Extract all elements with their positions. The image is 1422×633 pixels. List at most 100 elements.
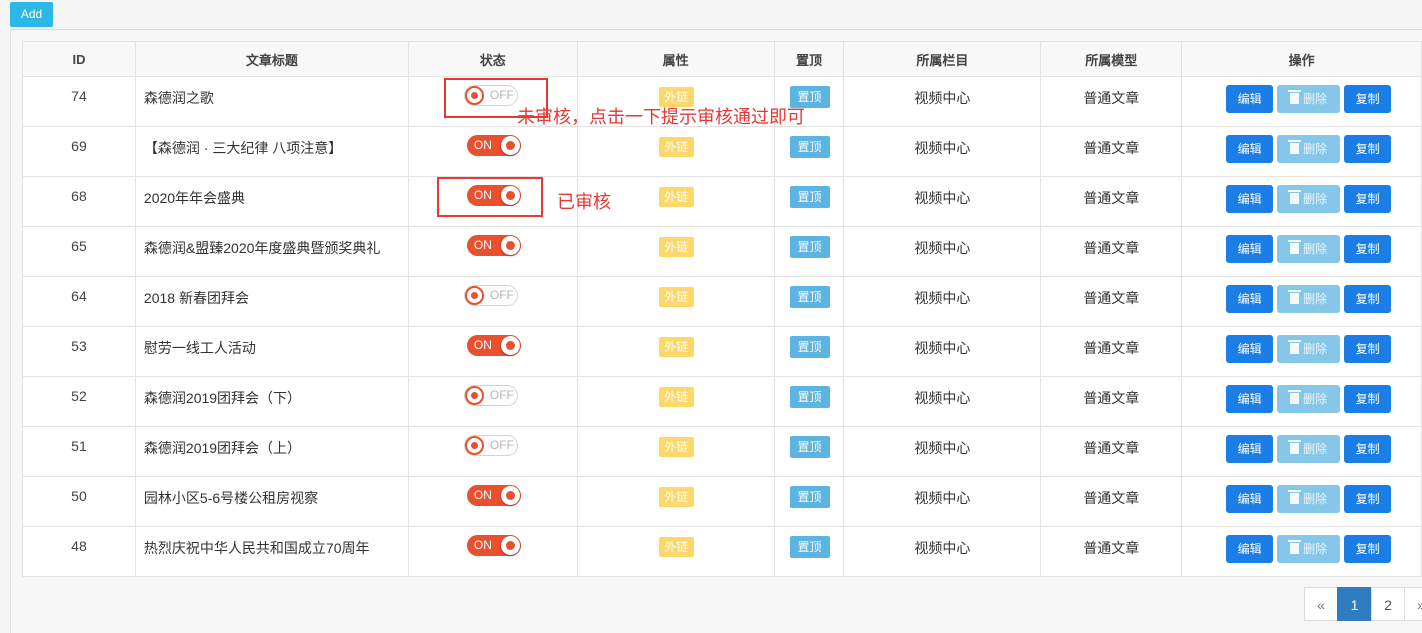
status-toggle[interactable]: OFF [463,285,518,306]
cell-status: OFF [407,376,578,427]
toggle-knob [500,236,520,255]
add-button[interactable]: Add [10,2,53,27]
cell-id: 69 [22,126,136,177]
external-link-badge: 外链 [658,537,694,557]
cell-category: 视频中心 [843,276,1042,327]
trash-icon [1288,490,1302,504]
pin-top-button[interactable]: 置顶 [789,286,830,308]
delete-button[interactable]: 删除 [1277,485,1341,513]
cell-model: 普通文章 [1040,126,1183,177]
cell-status: ON [407,326,578,377]
external-link-badge: 外链 [658,137,694,157]
pagination-prev[interactable]: « [1304,587,1338,621]
copy-button[interactable]: 复制 [1344,85,1392,113]
delete-label: 删除 [1303,142,1328,156]
edit-button[interactable]: 编辑 [1226,185,1274,213]
pin-top-button[interactable]: 置顶 [789,186,830,208]
copy-button[interactable]: 复制 [1344,535,1392,563]
delete-button[interactable]: 删除 [1277,135,1341,163]
pagination-next[interactable]: » [1404,587,1422,621]
edit-button[interactable]: 编辑 [1226,385,1274,413]
copy-button[interactable]: 复制 [1344,485,1392,513]
edit-button[interactable]: 编辑 [1226,335,1274,363]
cell-actions: 编辑 删除 复制 [1181,276,1422,327]
trash-icon [1288,290,1302,304]
cell-top: 置顶 [773,276,845,327]
cell-id: 53 [22,326,136,377]
copy-button[interactable]: 复制 [1344,185,1392,213]
delete-button[interactable]: 删除 [1277,185,1341,213]
edit-button[interactable]: 编辑 [1226,85,1274,113]
copy-button[interactable]: 复制 [1344,335,1392,363]
column-header-attribute: 属性 [576,41,775,77]
cell-id: 52 [22,376,136,427]
delete-button[interactable]: 删除 [1277,435,1341,463]
pin-top-button[interactable]: 置顶 [789,136,830,158]
copy-button[interactable]: 复制 [1344,285,1392,313]
status-toggle[interactable]: OFF [463,385,518,406]
pagination-page-1[interactable]: 1 [1337,587,1372,621]
edit-button[interactable]: 编辑 [1226,535,1274,563]
cell-top: 置顶 [773,526,845,577]
edit-button[interactable]: 编辑 [1226,235,1274,263]
toggle-knob [500,136,520,155]
cell-attribute: 外链 [576,376,775,427]
toggle-knob [464,436,484,455]
pin-top-button[interactable]: 置顶 [789,486,830,508]
toggle-label: ON [473,538,492,552]
cell-actions: 编辑 删除 复制 [1181,526,1422,577]
cell-id: 65 [22,226,136,277]
delete-label: 删除 [1303,542,1328,556]
cell-top: 置顶 [773,326,845,377]
cell-attribute: 外链 [576,476,775,527]
toggle-label: OFF [489,288,514,302]
edit-button[interactable]: 编辑 [1226,135,1274,163]
status-toggle[interactable]: ON [466,485,521,506]
status-toggle[interactable]: ON [466,135,521,156]
pin-top-button[interactable]: 置顶 [789,336,830,358]
status-toggle[interactable]: ON [466,235,521,256]
edit-button[interactable]: 编辑 [1226,285,1274,313]
table-row: 52 森德润2019团拜会（下） OFF 外链 置顶 视频中心 普通文章 编辑 … [22,376,1422,427]
copy-button[interactable]: 复制 [1344,235,1392,263]
cell-id: 48 [22,526,136,577]
column-header-top: 置顶 [773,41,845,77]
copy-button[interactable]: 复制 [1344,385,1392,413]
pin-top-button[interactable]: 置顶 [789,386,830,408]
copy-button[interactable]: 复制 [1344,435,1392,463]
status-toggle[interactable]: ON [466,535,521,556]
table-row: 50 园林小区5-6号楼公租房视察 ON 外链 置顶 视频中心 普通文章 编辑 … [22,476,1422,527]
edit-button[interactable]: 编辑 [1226,485,1274,513]
cell-top: 置顶 [773,426,845,477]
cell-category: 视频中心 [843,326,1042,377]
delete-button[interactable]: 删除 [1277,385,1341,413]
status-toggle[interactable]: ON [466,335,521,356]
cell-actions: 编辑 删除 复制 [1181,176,1422,227]
delete-label: 删除 [1303,492,1328,506]
pin-top-button[interactable]: 置顶 [789,436,830,458]
pin-top-button[interactable]: 置顶 [789,536,830,558]
pin-top-button[interactable]: 置顶 [789,236,830,258]
trash-icon [1288,90,1302,104]
pagination-page-2[interactable]: 2 [1371,587,1405,621]
cell-status: OFF [407,276,578,327]
cell-title: 森德润之歌 [134,76,409,127]
copy-button[interactable]: 复制 [1344,135,1392,163]
delete-button[interactable]: 删除 [1277,285,1341,313]
delete-button[interactable]: 删除 [1277,235,1341,263]
trash-icon [1288,390,1302,404]
status-toggle[interactable]: OFF [463,435,518,456]
external-link-badge: 外链 [658,487,694,507]
external-link-badge: 外链 [658,187,694,207]
cell-top: 置顶 [773,176,845,227]
edit-button[interactable]: 编辑 [1226,435,1274,463]
delete-button[interactable]: 删除 [1277,85,1341,113]
cell-category: 视频中心 [843,376,1042,427]
delete-button[interactable]: 删除 [1277,335,1341,363]
cell-id: 51 [22,426,136,477]
delete-label: 删除 [1303,342,1328,356]
external-link-badge: 外链 [658,437,694,457]
delete-button[interactable]: 删除 [1277,535,1341,563]
trash-icon [1288,140,1302,154]
toggle-label: ON [473,138,492,152]
